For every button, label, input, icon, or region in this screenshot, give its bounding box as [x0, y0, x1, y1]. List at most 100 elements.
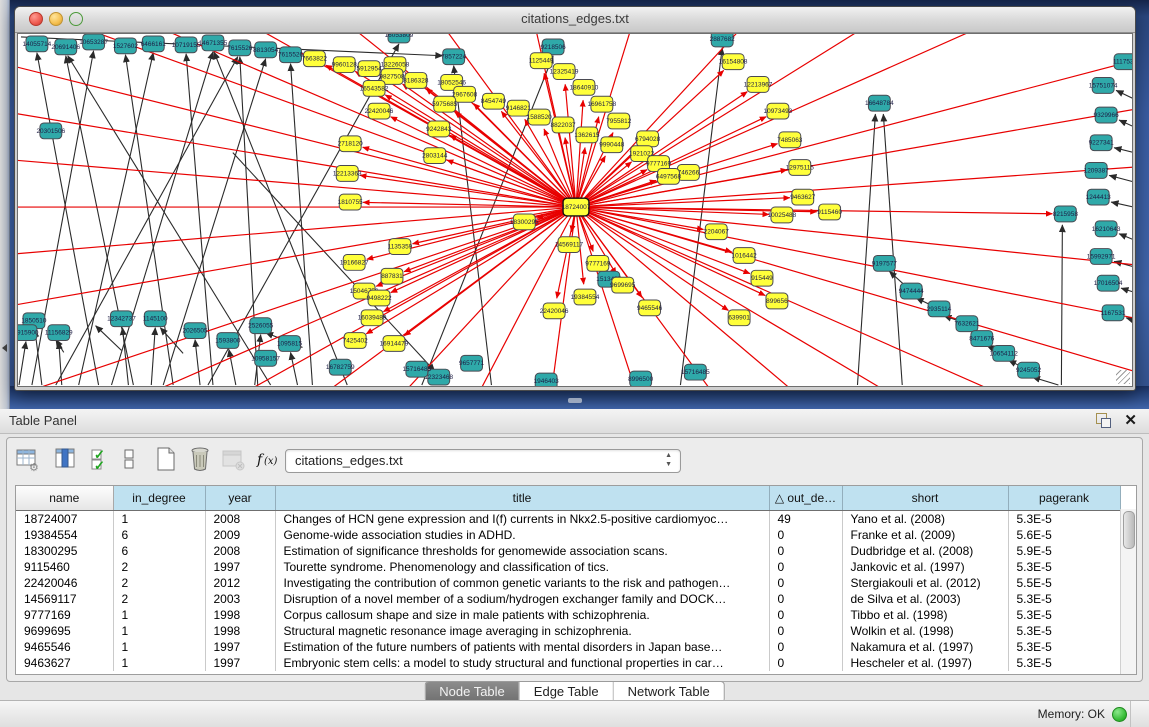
graph-node[interactable]: 9990448 [599, 137, 625, 153]
column-visibility-icon[interactable] [53, 446, 81, 474]
delete-table-icon[interactable] [187, 446, 215, 474]
cell-in_degree[interactable]: 1 [113, 623, 205, 639]
column-header-out_degree[interactable]: △ out_de… [769, 486, 842, 511]
cell-short[interactable]: Dudbridge et al. (2008) [842, 543, 1008, 559]
graph-node[interactable]: 2526055 [248, 318, 274, 334]
graph-node[interactable]: 9242843 [426, 121, 452, 137]
citation-edge-black[interactable] [883, 114, 902, 385]
unselect-rows-icon[interactable] [121, 446, 149, 474]
cell-short[interactable]: Hescheler et al. (1997) [842, 655, 1008, 671]
graph-node[interactable]: 22420046 [540, 303, 569, 319]
column-header-title[interactable]: title [275, 486, 769, 511]
graph-node[interactable]: 20691406 [51, 39, 80, 55]
graph-node[interactable]: 18300295 [510, 214, 539, 230]
graph-node[interactable]: 10025488 [768, 207, 797, 223]
cell-title[interactable]: Genome-wide association studies in ADHD. [275, 527, 769, 543]
citation-edge-black[interactable] [680, 48, 722, 385]
graph-node[interactable]: 20301506 [36, 123, 65, 139]
cell-year[interactable]: 1998 [205, 623, 275, 639]
cell-in_degree[interactable]: 1 [113, 639, 205, 655]
cell-title[interactable]: Structural magnetic resonance image aver… [275, 623, 769, 639]
graph-node[interactable]: 9465546 [637, 300, 663, 316]
citation-edge-black[interactable] [1126, 318, 1132, 323]
cell-pagerank[interactable]: 5.3E-5 [1008, 607, 1120, 623]
graph-node[interactable]: 6497568 [656, 168, 682, 184]
column-header-pagerank[interactable]: pagerank [1008, 486, 1120, 511]
graph-node[interactable]: 10958157 [251, 350, 280, 366]
cell-in_degree[interactable]: 6 [113, 527, 205, 543]
citation-edge-black[interactable] [151, 328, 155, 385]
graph-node[interactable]: 8215958 [1053, 206, 1079, 222]
graph-node[interactable]: 915449 [751, 270, 773, 286]
graph-node[interactable]: 10654112 [990, 345, 1019, 361]
citation-edge-black[interactable] [19, 342, 26, 386]
graph-node[interactable]: 10653287 [79, 34, 108, 50]
graph-node[interactable]: 16210643 [1092, 221, 1121, 237]
cell-year[interactable]: 2008 [205, 511, 275, 528]
cell-name[interactable]: 9777169 [16, 607, 113, 623]
cell-pagerank[interactable]: 5.3E-5 [1008, 559, 1120, 575]
cell-short[interactable]: Stergiakouli et al. (2012) [842, 575, 1008, 591]
citation-edge-red[interactable] [576, 207, 1132, 386]
cell-short[interactable]: de Silva et al. (2003) [842, 591, 1008, 607]
cell-short[interactable]: Tibbo et al. (1998) [842, 607, 1008, 623]
table-scrollbar-thumb[interactable] [1123, 511, 1135, 549]
cell-in_degree[interactable]: 1 [113, 607, 205, 623]
graph-node[interactable]: 16648784 [865, 95, 894, 111]
citation-edge-black[interactable] [229, 349, 236, 385]
graph-node[interactable]: 1135359 [388, 239, 413, 255]
graph-node[interactable]: 18724007 [562, 198, 591, 216]
graph-node[interactable]: 9474444 [899, 283, 925, 299]
graph-node[interactable]: 12342737 [107, 311, 136, 327]
graph-node[interactable]: 1810755 [338, 194, 364, 210]
graph-node[interactable]: 9657771 [459, 355, 485, 371]
graph-node[interactable]: 17016504 [1094, 275, 1123, 291]
citation-edge-black[interactable] [195, 340, 200, 385]
graph-node[interactable]: 6466161 [141, 36, 167, 52]
graph-node[interactable]: 639901 [728, 310, 750, 326]
table-row[interactable]: 911546021997Tourette syndrome. Phenomeno… [16, 559, 1120, 575]
tab-network-table[interactable]: Network Table [614, 682, 724, 702]
table-row[interactable]: 969969511998Structural magnetic resonanc… [16, 623, 1120, 639]
cell-in_degree[interactable]: 6 [113, 543, 205, 559]
cell-in_degree[interactable]: 2 [113, 575, 205, 591]
network-canvas[interactable]: 1405571420691406106532871527602646616110… [17, 33, 1133, 387]
cell-name[interactable]: 9699695 [16, 623, 113, 639]
graph-node[interactable]: 8822037 [550, 117, 576, 133]
graph-node[interactable]: 1593800 [215, 333, 241, 349]
graph-node[interactable]: 16961758 [587, 96, 616, 112]
cell-title[interactable]: Estimation of the future numbers of pati… [275, 639, 769, 655]
graph-node[interactable]: 9227341 [1089, 135, 1115, 151]
cell-pagerank[interactable]: 5.3E-5 [1008, 623, 1120, 639]
cell-pagerank[interactable]: 5.3E-5 [1008, 511, 1120, 528]
graph-node[interactable]: 9699695 [610, 277, 636, 293]
cell-in_degree[interactable]: 2 [113, 591, 205, 607]
graph-node[interactable]: 8471676 [969, 331, 995, 347]
graph-node[interactable]: 1167531 [1101, 305, 1126, 321]
graph-node[interactable]: 9245052 [1016, 362, 1042, 378]
cell-year[interactable]: 1997 [205, 559, 275, 575]
cell-out_degree[interactable]: 0 [769, 527, 842, 543]
citation-edge-black[interactable] [79, 53, 154, 385]
column-settings-icon[interactable]: ⚙ [15, 446, 43, 474]
cell-name[interactable]: 14569117 [16, 591, 113, 607]
graph-node[interactable]: 11156829 [45, 325, 73, 341]
table-row[interactable]: 1830029562008Estimation of significance … [16, 543, 1120, 559]
cell-out_degree[interactable]: 0 [769, 607, 842, 623]
graph-node[interactable]: 7615526 [227, 40, 253, 56]
cell-title[interactable]: Corpus callosum shape and size in male p… [275, 607, 769, 623]
column-header-in_degree[interactable]: in_degree [113, 486, 205, 511]
graph-node[interactable]: 7425402 [343, 333, 369, 349]
left-splitter-strip[interactable] [0, 0, 10, 409]
graph-node[interactable]: 3915900 [18, 325, 39, 341]
graph-node[interactable]: 2718120 [338, 136, 364, 152]
graph-node[interactable]: 6794028 [635, 131, 661, 147]
cell-in_degree[interactable]: 2 [113, 559, 205, 575]
splitter-collapse-arrow-icon[interactable] [2, 344, 7, 352]
citation-edge-black[interactable] [1119, 120, 1132, 131]
graph-node[interactable]: 1095815 [277, 336, 303, 352]
citation-edge-black[interactable] [1114, 148, 1132, 155]
citation-edge-black[interactable] [1111, 202, 1132, 209]
table-row[interactable]: 977716911998Corpus callosum shape and si… [16, 607, 1120, 623]
graph-node[interactable]: 887831 [381, 268, 403, 284]
